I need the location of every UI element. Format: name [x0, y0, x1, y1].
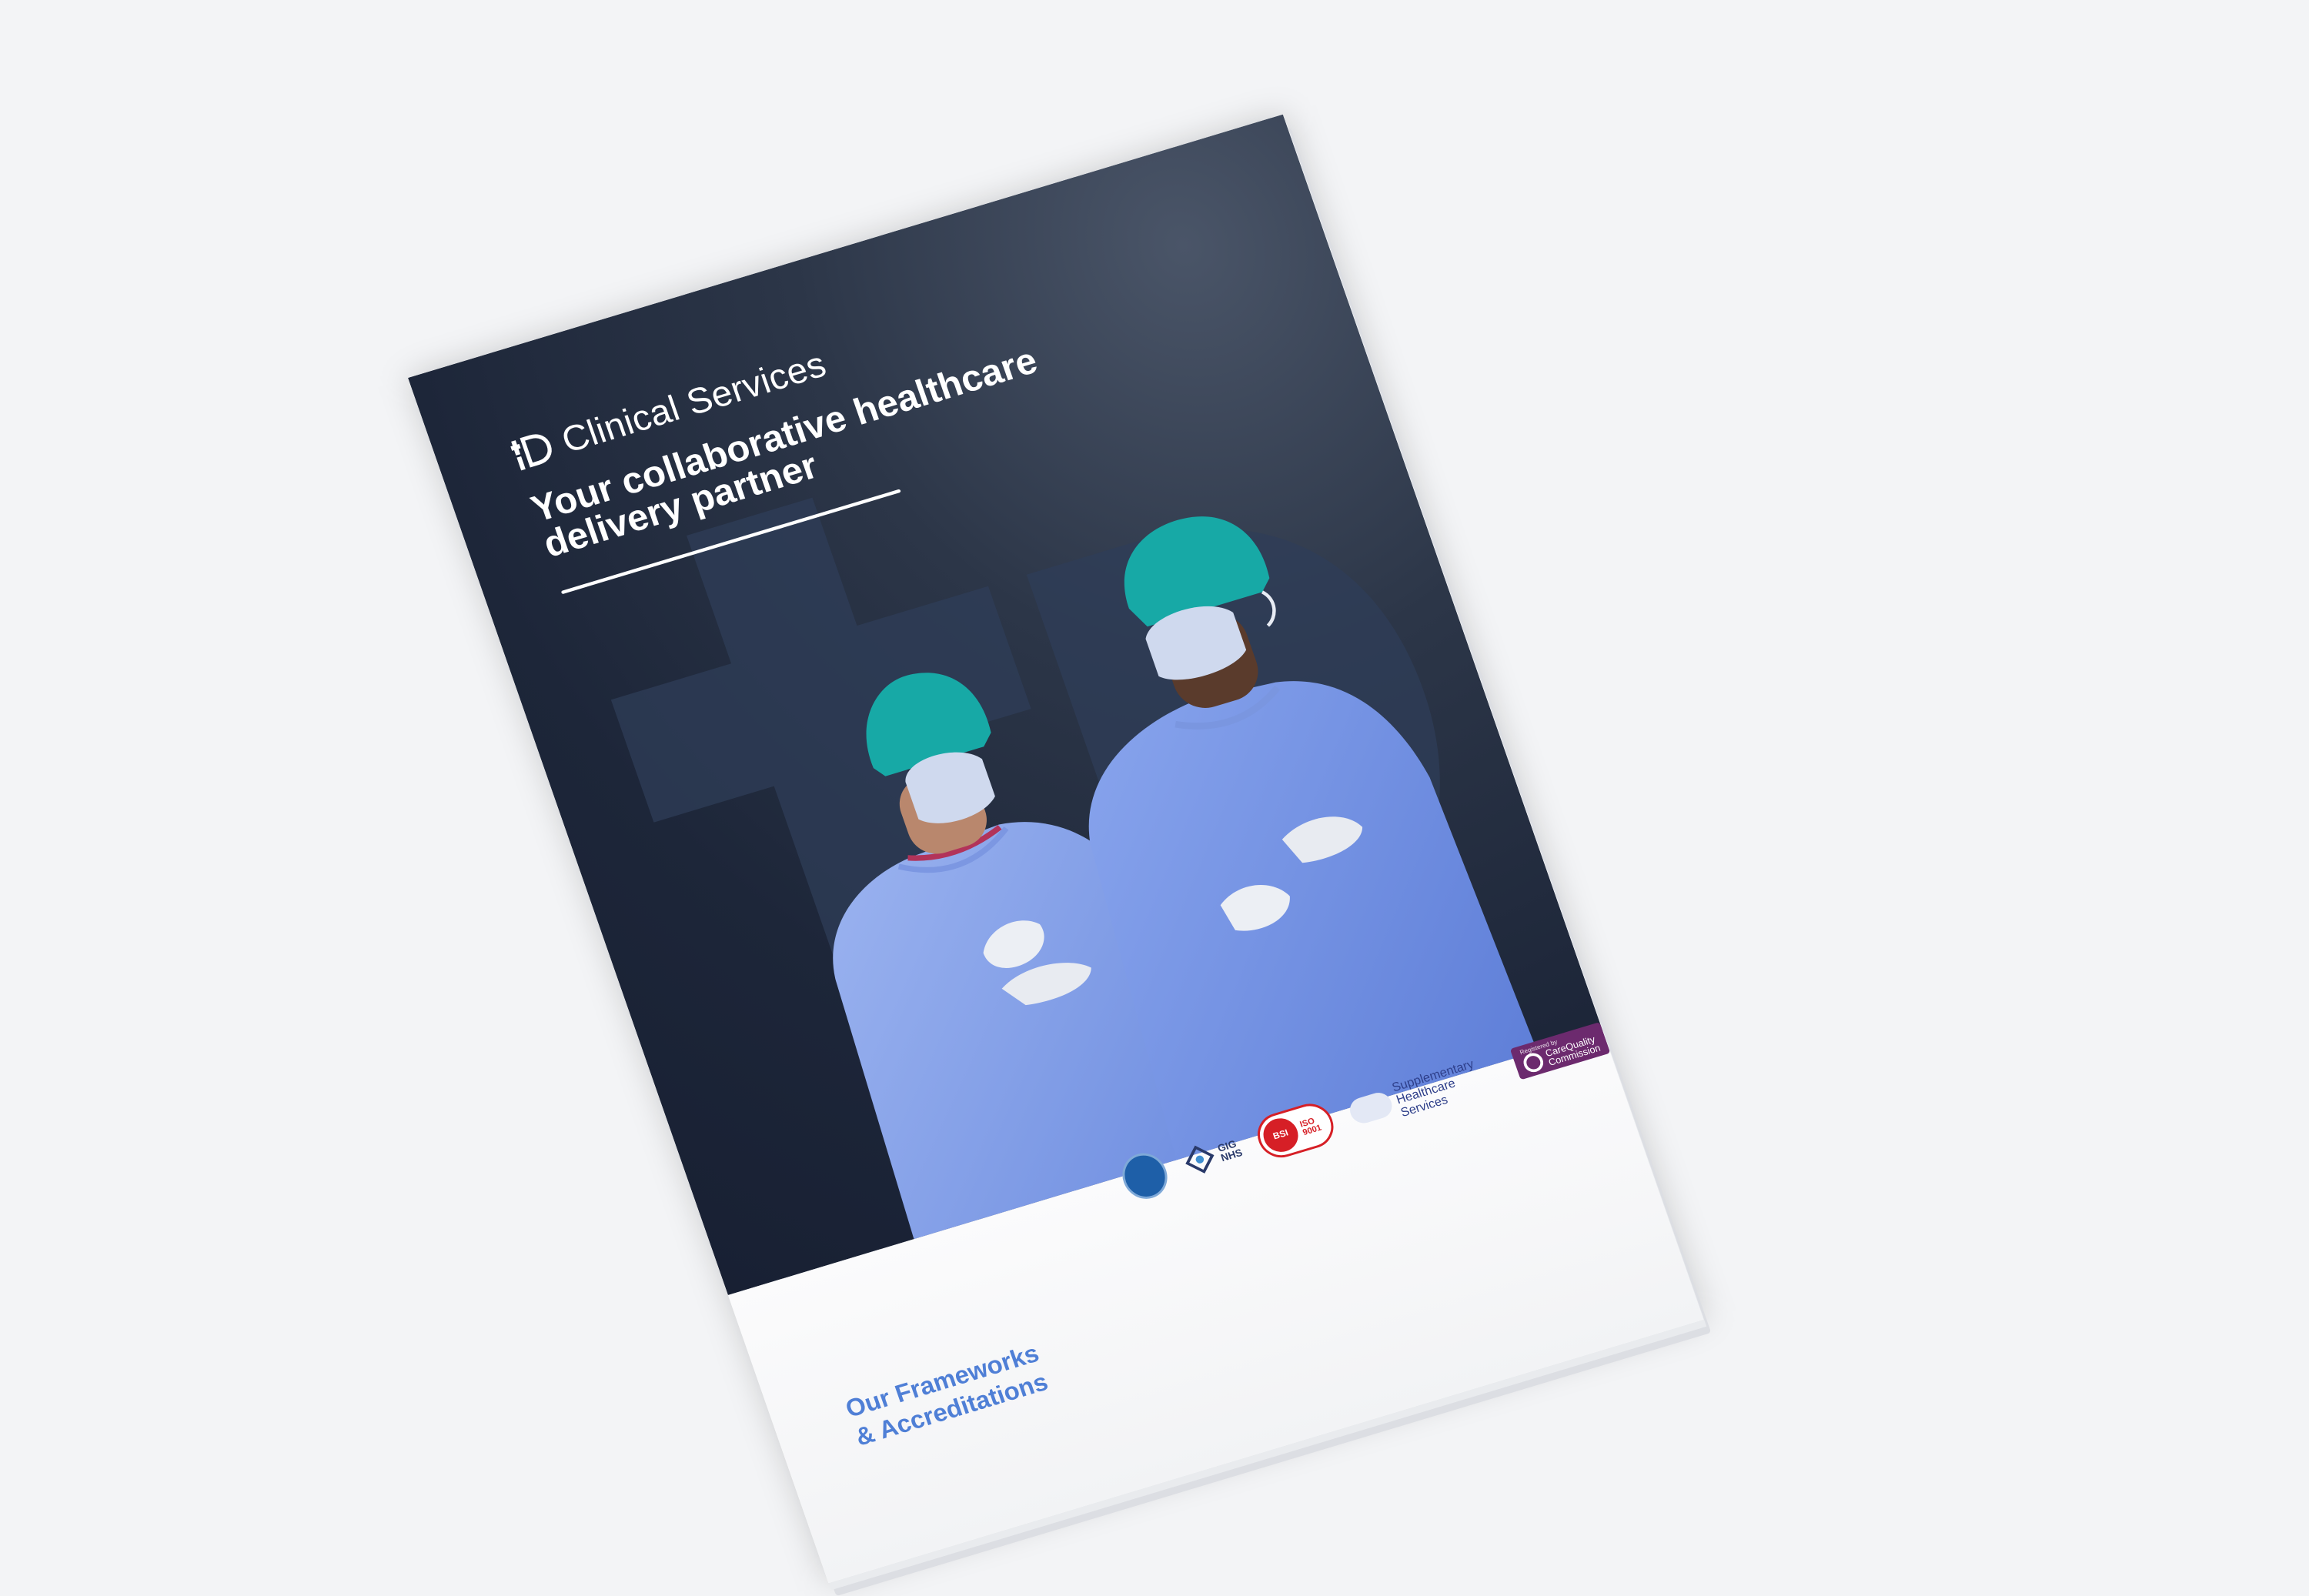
- iso-mark: BSI: [1258, 1114, 1303, 1157]
- brochure-cover: Clinical Services Your collaborative hea…: [408, 114, 1704, 1584]
- diamond-knot-icon: [1185, 1145, 1215, 1174]
- gig-nhs-badge: GIG NHS: [1179, 1132, 1245, 1179]
- shs-seal-icon: [1346, 1089, 1396, 1127]
- mockup-scene: Clinical Services Your collaborative hea…: [0, 0, 2309, 1596]
